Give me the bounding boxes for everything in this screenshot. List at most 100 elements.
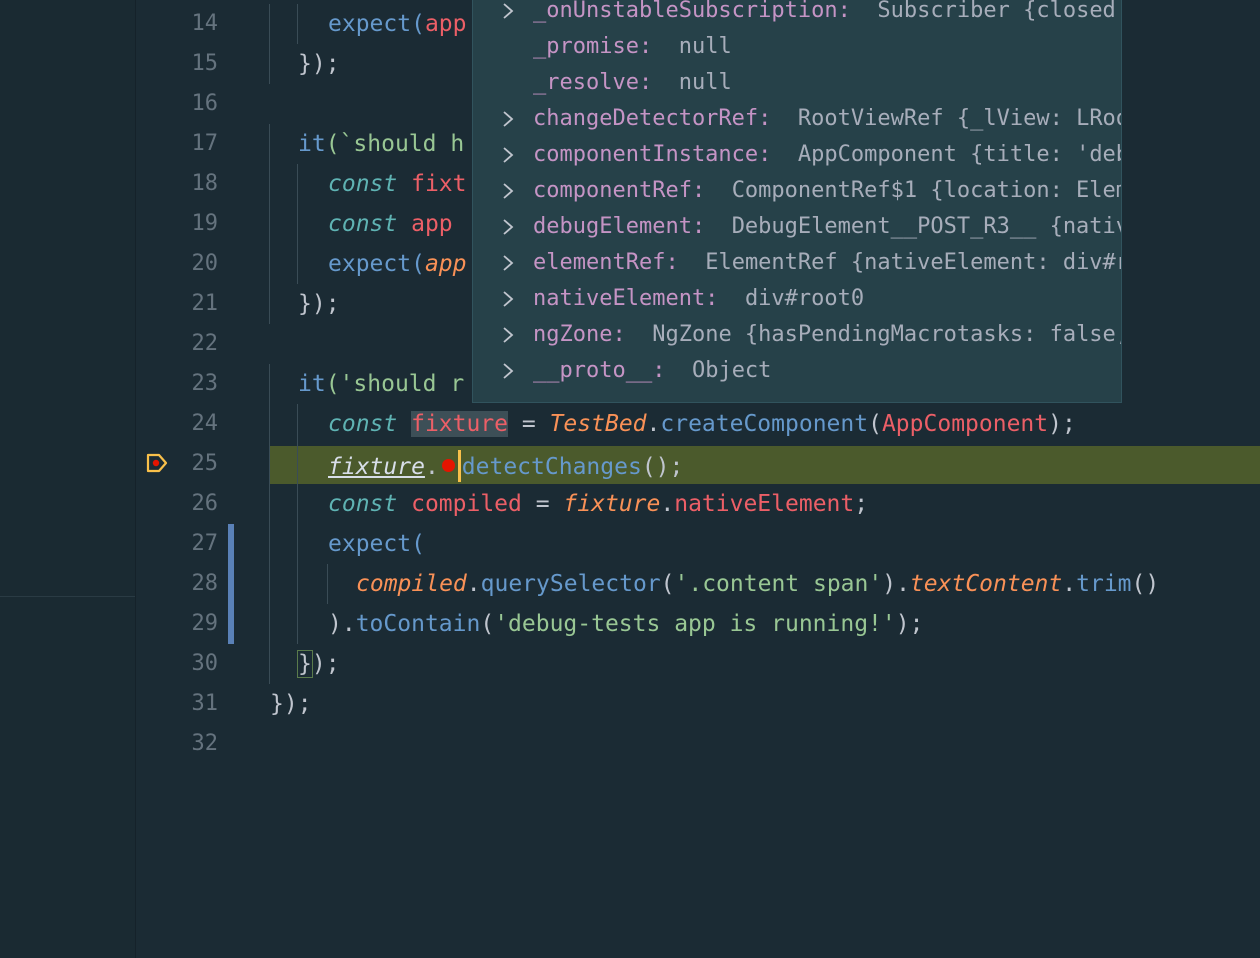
indent-guide bbox=[297, 164, 298, 204]
code-text[interactable]: const fixture = TestBed.createComponent(… bbox=[328, 410, 1076, 438]
code-text[interactable]: fixture. detectChanges(); bbox=[328, 450, 683, 485]
line-number[interactable]: 14 bbox=[136, 12, 219, 36]
property-name: _promise: bbox=[533, 34, 653, 59]
code-token: textContent bbox=[909, 571, 1063, 597]
code-line[interactable]: 31}); bbox=[136, 684, 1260, 724]
code-token: '.content span' bbox=[674, 571, 883, 597]
line-number[interactable]: 27 bbox=[136, 532, 219, 556]
code-text[interactable]: const app bbox=[328, 210, 453, 238]
code-text[interactable]: expect(app bbox=[328, 250, 466, 278]
line-number[interactable]: 29 bbox=[136, 612, 219, 636]
indent-guide bbox=[269, 44, 270, 84]
chevron-right-icon[interactable] bbox=[501, 1, 515, 21]
code-token: const bbox=[328, 211, 412, 237]
code-token: const bbox=[328, 171, 412, 197]
code-text[interactable]: const fixt bbox=[328, 170, 466, 198]
code-token: ); bbox=[311, 651, 340, 677]
code-text[interactable]: expect( bbox=[328, 530, 425, 558]
code-text[interactable]: expect(app bbox=[328, 10, 466, 38]
git-modified-marker[interactable] bbox=[228, 524, 234, 564]
line-number[interactable]: 31 bbox=[136, 692, 219, 716]
code-token: fixture bbox=[411, 411, 509, 437]
indent-guide bbox=[269, 364, 270, 404]
git-modified-marker[interactable] bbox=[228, 604, 234, 644]
code-token: . bbox=[646, 411, 661, 437]
code-token: }); bbox=[298, 291, 340, 317]
line-number[interactable]: 17 bbox=[136, 132, 219, 156]
line-number[interactable]: 26 bbox=[136, 492, 219, 516]
property-value: null bbox=[678, 70, 732, 95]
line-number[interactable]: 22 bbox=[136, 332, 219, 356]
property-value: null bbox=[678, 34, 732, 59]
line-number[interactable]: 20 bbox=[136, 252, 219, 276]
code-token: . bbox=[1062, 571, 1077, 597]
code-token: (); bbox=[641, 454, 684, 480]
line-number[interactable]: 23 bbox=[136, 372, 219, 396]
code-token: fixt bbox=[411, 171, 467, 197]
property-value: AppComponent {title: 'deb bbox=[797, 142, 1122, 167]
line-number[interactable]: 16 bbox=[136, 92, 219, 116]
code-text[interactable]: const compiled = fixture.nativeElement; bbox=[328, 490, 868, 518]
line-number[interactable]: 32 bbox=[136, 732, 219, 756]
code-token: AppComponent bbox=[881, 411, 1049, 437]
code-line[interactable]: 32 bbox=[136, 724, 1260, 764]
property-name: ngZone: bbox=[533, 322, 626, 347]
code-text[interactable]: }); bbox=[297, 650, 340, 678]
indent-guide bbox=[269, 124, 270, 164]
property-name: elementRef: bbox=[533, 250, 679, 275]
line-number[interactable]: 24 bbox=[136, 412, 219, 436]
debug-hover-popup[interactable]: _onUnstableSubscription: Subscriber {clo… bbox=[472, 0, 1122, 403]
line-number[interactable]: 25 bbox=[136, 452, 219, 476]
git-modified-marker[interactable] bbox=[228, 564, 234, 604]
code-token: 'debug-tests app is running!' bbox=[494, 611, 896, 637]
chevron-right-icon[interactable] bbox=[501, 109, 515, 129]
indent-guide bbox=[269, 404, 270, 444]
chevron-right-icon[interactable] bbox=[501, 217, 515, 237]
code-text[interactable]: }); bbox=[270, 690, 312, 718]
line-number[interactable]: 21 bbox=[136, 292, 219, 316]
chevron-right-icon[interactable] bbox=[501, 145, 515, 165]
text-cursor bbox=[457, 450, 461, 482]
code-token: ('should r bbox=[325, 371, 465, 397]
property-name: nativeElement: bbox=[533, 286, 719, 311]
chevron-right-icon[interactable] bbox=[501, 289, 515, 309]
chevron-right-icon[interactable] bbox=[501, 181, 515, 201]
property-name: _onUnstableSubscription: bbox=[533, 0, 851, 23]
code-line[interactable]: 25 fixture. detectChanges(); bbox=[136, 444, 1260, 484]
code-token: ( bbox=[660, 571, 675, 597]
code-token: ); bbox=[1048, 411, 1076, 437]
code-token: fixture bbox=[328, 454, 425, 480]
code-line[interactable]: 30}); bbox=[136, 644, 1260, 684]
indent-guide bbox=[269, 524, 270, 564]
code-text[interactable]: compiled.querySelector('.content span').… bbox=[356, 570, 1159, 598]
line-number[interactable]: 28 bbox=[136, 572, 219, 596]
code-text[interactable]: it('should r bbox=[298, 370, 464, 398]
line-number[interactable]: 30 bbox=[136, 652, 219, 676]
code-token: querySelector bbox=[480, 571, 661, 597]
code-line[interactable]: 27 expect( bbox=[136, 524, 1260, 564]
indent-guide bbox=[297, 404, 298, 444]
code-token: app bbox=[411, 211, 453, 237]
indent-guide bbox=[297, 244, 298, 284]
line-number[interactable]: 15 bbox=[136, 52, 219, 76]
line-number[interactable]: 19 bbox=[136, 212, 219, 236]
code-line[interactable]: 29 ).toContain('debug-tests app is runnin… bbox=[136, 604, 1260, 644]
code-line[interactable]: 26 const compiled = fixture.nativeElement… bbox=[136, 484, 1260, 524]
code-token: it bbox=[298, 131, 326, 157]
code-text[interactable]: ).toContain('debug-tests app is running!… bbox=[328, 610, 923, 638]
code-line[interactable]: 24 const fixture = TestBed.createComponen… bbox=[136, 404, 1260, 444]
indent-guide bbox=[297, 564, 298, 604]
chevron-right-icon[interactable] bbox=[501, 361, 515, 381]
line-number[interactable]: 18 bbox=[136, 172, 219, 196]
inline-breakpoint-icon[interactable] bbox=[441, 459, 455, 472]
code-token: const bbox=[328, 411, 412, 437]
code-token: createComponent bbox=[660, 411, 869, 437]
code-text[interactable]: }); bbox=[298, 50, 340, 78]
chevron-right-icon[interactable] bbox=[501, 325, 515, 345]
chevron-right-icon[interactable] bbox=[501, 253, 515, 273]
property-name: debugElement: bbox=[533, 214, 706, 239]
code-text[interactable]: }); bbox=[298, 290, 340, 318]
code-line[interactable]: 28 compiled.querySelector('.content span'… bbox=[136, 564, 1260, 604]
code-token: expect( bbox=[328, 251, 425, 277]
code-text[interactable]: it(`should h bbox=[298, 130, 464, 158]
